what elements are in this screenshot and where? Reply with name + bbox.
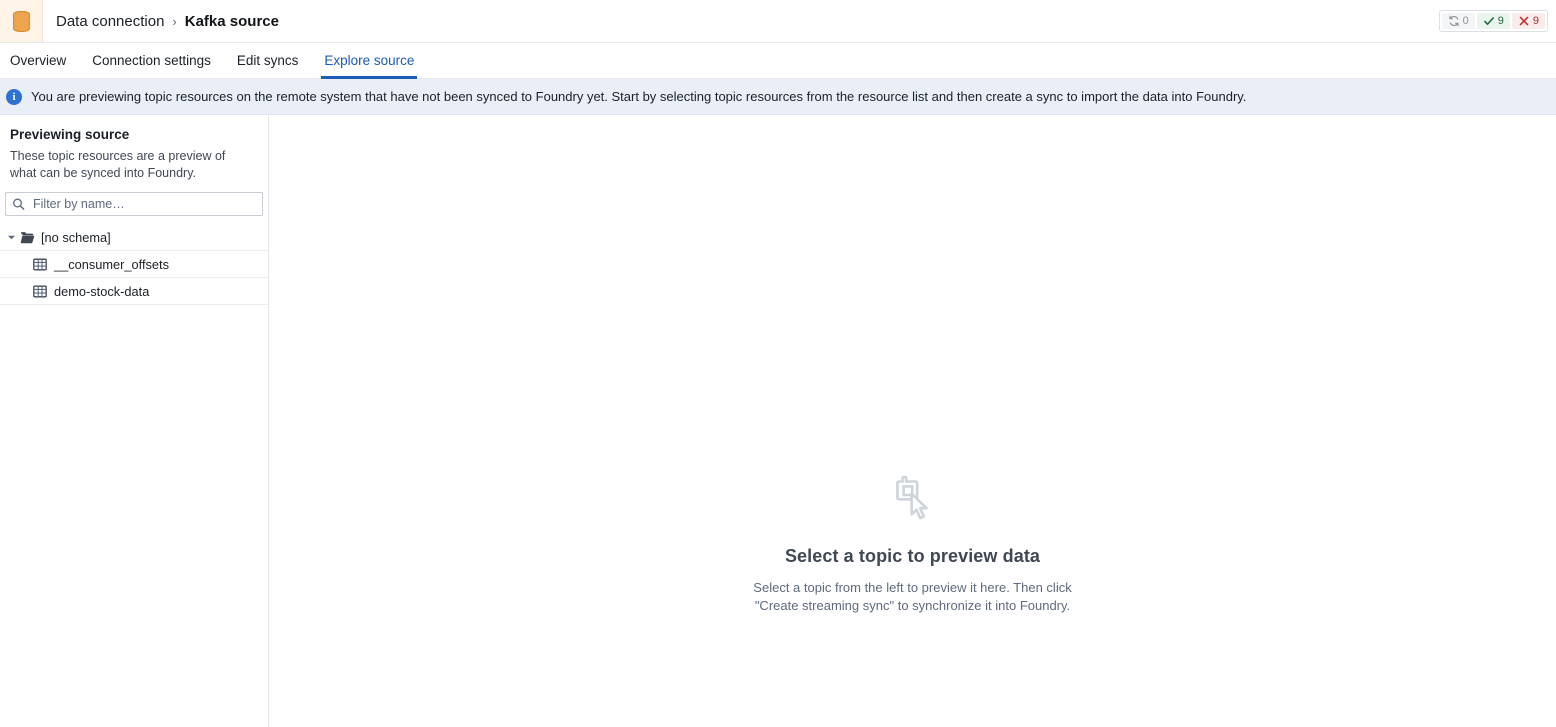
tab-explore-source-label: Explore source <box>324 53 415 68</box>
chevron-down-icon[interactable] <box>5 231 18 244</box>
tree-folder-no-schema[interactable]: [no schema] <box>0 224 268 252</box>
tab-overview-label: Overview <box>10 53 67 68</box>
table-icon <box>33 258 47 271</box>
chevron-right-icon: › <box>172 13 177 29</box>
select-cursor-icon <box>895 475 928 520</box>
tab-bar: Overview Connection settings Edit syncs … <box>0 43 1556 79</box>
empty-state-description: Select a topic from the left to preview … <box>753 580 1072 613</box>
filter-field <box>5 192 263 217</box>
tree-item-demo-stock-data[interactable]: demo-stock-data <box>0 278 268 306</box>
status-badge-success[interactable]: 9 <box>1476 13 1510 29</box>
check-icon <box>1483 17 1494 25</box>
status-badge-failure-count: 9 <box>1532 14 1539 27</box>
info-icon: i <box>6 88 22 105</box>
status-badge-group: 0 9 9 <box>1438 10 1548 32</box>
app-root: Data connection › Kafka source 0 9 9 Ove… <box>0 0 1556 727</box>
sidebar-description: These topic resources are a preview of w… <box>10 149 226 180</box>
tab-explore-source[interactable]: Explore source <box>311 43 427 79</box>
database-icon <box>12 10 30 32</box>
tab-edit-syncs-label: Edit syncs <box>236 53 299 68</box>
tree-item-label: demo-stock-data <box>54 283 150 299</box>
tab-connection-settings-label: Connection settings <box>92 53 211 68</box>
tree-item-consumer-offsets[interactable]: __consumer_offsets <box>0 251 268 279</box>
empty-state: Select a topic to preview data Select a … <box>269 470 1556 614</box>
folder-icon <box>20 231 35 244</box>
tab-overview[interactable]: Overview <box>0 43 79 78</box>
resource-sidebar: Previewing source These topic resources … <box>0 115 269 727</box>
status-badge-pending[interactable]: 0 <box>1441 13 1475 29</box>
sidebar-header: Previewing source These topic resources … <box>0 115 268 192</box>
status-badge-success-count: 9 <box>1497 14 1504 27</box>
breadcrumb-current: Kafka source <box>184 12 279 30</box>
app-logo[interactable] <box>0 0 43 42</box>
info-banner: i You are previewing topic resources on … <box>0 79 1556 115</box>
tab-connection-settings[interactable]: Connection settings <box>79 43 224 78</box>
breadcrumb: Data connection › Kafka source <box>43 0 279 42</box>
empty-state-title: Select a topic to preview data <box>784 546 1041 566</box>
app-header: Data connection › Kafka source 0 9 9 <box>0 0 1556 43</box>
breadcrumb-root[interactable]: Data connection <box>56 13 164 30</box>
table-icon <box>33 285 47 298</box>
tree-folder-label: [no schema] <box>41 229 111 245</box>
resource-tree: [no schema] __consumer_offsets demo-stoc… <box>0 224 268 306</box>
sync-icon <box>1449 15 1459 27</box>
preview-panel: Select a topic to preview data Select a … <box>269 115 1556 727</box>
status-badge-failure[interactable]: 9 <box>1511 13 1545 29</box>
page-title: Previewing source <box>10 127 130 142</box>
search-input[interactable] <box>5 192 263 217</box>
status-badge-pending-count: 0 <box>1462 14 1469 27</box>
page-body: Previewing source These topic resources … <box>0 115 1556 727</box>
tree-item-label: __consumer_offsets <box>54 256 170 272</box>
tab-edit-syncs[interactable]: Edit syncs <box>224 43 312 78</box>
info-banner-text: You are previewing topic resources on th… <box>31 89 1247 104</box>
cross-icon <box>1519 16 1529 26</box>
